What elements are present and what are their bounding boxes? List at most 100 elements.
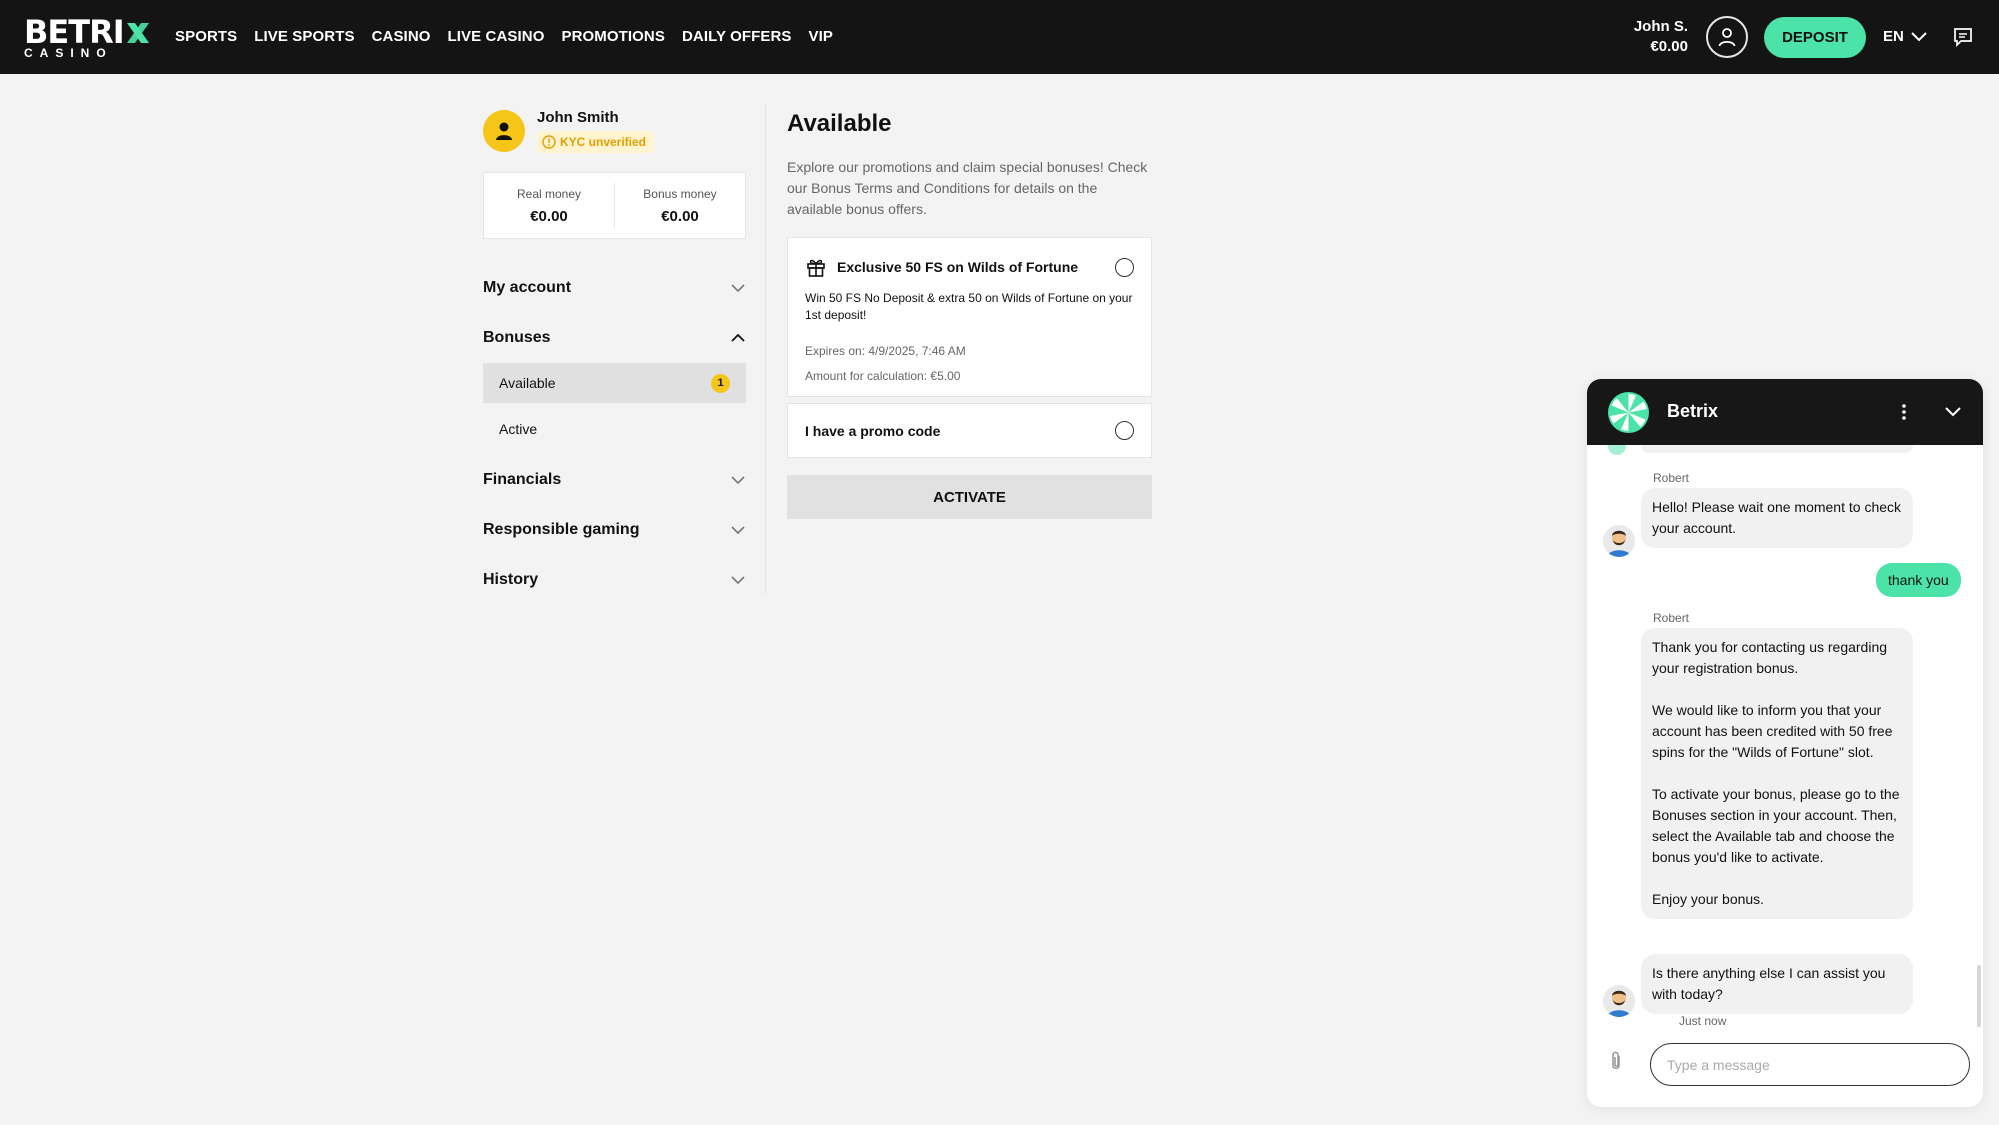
bonus-description: Win 50 FS No Deposit & extra 50 on Wilds… xyxy=(805,291,1133,322)
previous-message-bubble xyxy=(1641,445,1913,453)
agent-message-paragraph: Enjoy your bonus. xyxy=(1652,891,1765,907)
menu-financials[interactable]: Financials xyxy=(483,455,746,505)
user-icon xyxy=(1718,28,1736,47)
sidebar-item-active-label: Active xyxy=(499,421,538,437)
logo-x-icon xyxy=(126,23,149,43)
promo-code-radio[interactable] xyxy=(1115,421,1134,440)
chevron-down-icon[interactable] xyxy=(1944,403,1962,421)
bonus-title: Exclusive 50 FS on Wilds of Fortune xyxy=(837,259,1079,275)
main-nav: SPORTS LIVE SPORTS CASINO LIVE CASINO PR… xyxy=(175,28,850,45)
logo-subtitle: CASINO xyxy=(24,46,113,60)
more-vertical-icon[interactable] xyxy=(1899,401,1909,423)
paperclip-icon[interactable] xyxy=(1606,1050,1626,1074)
chat-scrollbar[interactable] xyxy=(1977,965,1981,1027)
chat-messages: Robert Hello! Please wait one moment to … xyxy=(1587,445,1983,1027)
account-sidebar: John Smith KYC unverified Real money €0.… xyxy=(483,104,746,588)
account-button[interactable] xyxy=(1706,16,1748,58)
top-bar: BETRI CASINO SPORTS LIVE SPORTS CASINO L… xyxy=(0,0,1999,74)
nav-live-sports[interactable]: LIVE SPORTS xyxy=(254,28,354,45)
nav-casino[interactable]: CASINO xyxy=(372,28,431,45)
previous-message-avatar xyxy=(1608,445,1626,455)
bonus-money-balance: Bonus money €0.00 xyxy=(614,183,745,228)
chat-widget: Betrix Robert Hello! Please wait one mom… xyxy=(1587,379,1983,1107)
header-user-summary[interactable]: John S. €0.00 xyxy=(1618,17,1688,57)
sidebar-item-active[interactable]: Active xyxy=(483,409,746,449)
agent-message-paragraph: Thank you for contacting us regarding yo… xyxy=(1652,639,1888,676)
menu-my-account-label: My account xyxy=(483,279,572,296)
available-count-badge: 1 xyxy=(711,373,730,393)
message-timestamp: Just now xyxy=(1679,1014,1727,1027)
agent-avatar-icon xyxy=(1607,990,1631,1017)
chat-bubble-icon[interactable] xyxy=(1952,26,1974,48)
nav-promotions[interactable]: PROMOTIONS xyxy=(561,28,665,45)
agent-avatar-icon xyxy=(1607,530,1631,557)
intro-text: Explore our promotions and claim special… xyxy=(787,159,1148,217)
language-selector[interactable]: EN xyxy=(1883,28,1927,45)
nav-sports[interactable]: SPORTS xyxy=(175,28,237,45)
menu-bonuses-label: Bonuses xyxy=(483,329,551,346)
kyc-status-label: KYC unverified xyxy=(560,135,647,149)
bonus-expiry: Expires on: 4/9/2025, 7:46 AM xyxy=(805,344,966,358)
chevron-down-icon xyxy=(731,284,745,293)
nav-live-casino[interactable]: LIVE CASINO xyxy=(448,28,545,45)
agent-message-paragraph: To activate your bonus, please go to the… xyxy=(1652,786,1900,865)
agent-avatar xyxy=(1603,985,1635,1017)
chat-header: Betrix xyxy=(1587,379,1983,445)
page-title: Available xyxy=(787,110,892,137)
bonus-amount: Amount for calculation: €5.00 xyxy=(805,369,961,383)
chat-composer xyxy=(1587,1027,1983,1107)
chat-title: Betrix xyxy=(1667,401,1719,421)
agent-message-paragraph: We would like to inform you that your ac… xyxy=(1652,702,1893,760)
message-input[interactable] xyxy=(1650,1043,1970,1086)
menu-history-label: History xyxy=(483,571,539,588)
real-money-value: €0.00 xyxy=(530,208,568,225)
promo-code-option[interactable]: I have a promo code xyxy=(787,403,1152,458)
sender-name: Robert xyxy=(1653,471,1690,485)
chevron-down-icon xyxy=(731,526,745,535)
sidebar-divider xyxy=(765,104,766,594)
bonus-money-label: Bonus money xyxy=(643,187,717,201)
profile-name: John Smith xyxy=(537,109,619,126)
sidebar-item-available[interactable]: Available 1 xyxy=(483,363,746,403)
chevron-up-icon xyxy=(731,333,745,342)
user-icon xyxy=(496,122,512,140)
bonus-money-value: €0.00 xyxy=(661,208,699,225)
agent-message: Hello! Please wait one moment to check y… xyxy=(1641,488,1913,548)
chevron-down-icon xyxy=(1911,31,1927,41)
nav-vip[interactable]: VIP xyxy=(809,28,833,45)
betrix-logo[interactable]: BETRI CASINO xyxy=(24,13,162,59)
agent-message: Is there anything else I can assist you … xyxy=(1641,954,1913,1014)
real-money-label: Real money xyxy=(516,187,582,201)
bonus-select-radio[interactable] xyxy=(1115,258,1134,277)
activate-button[interactable]: ACTIVATE xyxy=(787,475,1152,519)
real-money-balance: Real money €0.00 xyxy=(484,173,614,238)
kyc-status-badge[interactable]: KYC unverified xyxy=(537,131,655,153)
bonus-offer-card[interactable]: Exclusive 50 FS on Wilds of Fortune Win … xyxy=(787,237,1152,397)
menu-financials-label: Financials xyxy=(483,471,562,488)
menu-history[interactable]: History xyxy=(483,555,746,605)
menu-responsible-gaming-label: Responsible gaming xyxy=(483,521,640,538)
sender-name: Robert xyxy=(1653,611,1690,625)
betrix-chat-logo-icon xyxy=(1608,392,1649,433)
avatar xyxy=(483,110,525,152)
language-label: EN xyxy=(1883,28,1904,45)
nav-daily-offers[interactable]: DAILY OFFERS xyxy=(682,28,792,45)
warning-icon xyxy=(542,135,556,149)
logo-word: BETRI xyxy=(24,13,125,51)
menu-responsible-gaming[interactable]: Responsible gaming xyxy=(483,505,746,555)
profile-summary: John Smith KYC unverified xyxy=(483,104,746,164)
header-user-balance: €0.00 xyxy=(1650,38,1688,55)
chevron-down-icon xyxy=(731,476,745,485)
user-message: thank you xyxy=(1876,563,1961,597)
promo-code-label: I have a promo code xyxy=(805,422,941,439)
bonuses-panel: Available Explore our promotions and cla… xyxy=(787,110,1152,519)
sidebar-item-available-label: Available xyxy=(499,375,556,391)
menu-bonuses[interactable]: Bonuses xyxy=(483,313,746,363)
agent-message: Thank you for contacting us regarding yo… xyxy=(1641,628,1913,919)
balance-card: Real money €0.00 Bonus money €0.00 xyxy=(483,172,746,239)
bonus-meta: Expires on: 4/9/2025, 7:46 AM Amount for… xyxy=(805,339,1135,389)
agent-avatar xyxy=(1603,525,1635,557)
deposit-button[interactable]: DEPOSIT xyxy=(1764,17,1866,58)
menu-my-account[interactable]: My account xyxy=(483,263,746,313)
header-user-name: John S. xyxy=(1633,18,1688,35)
